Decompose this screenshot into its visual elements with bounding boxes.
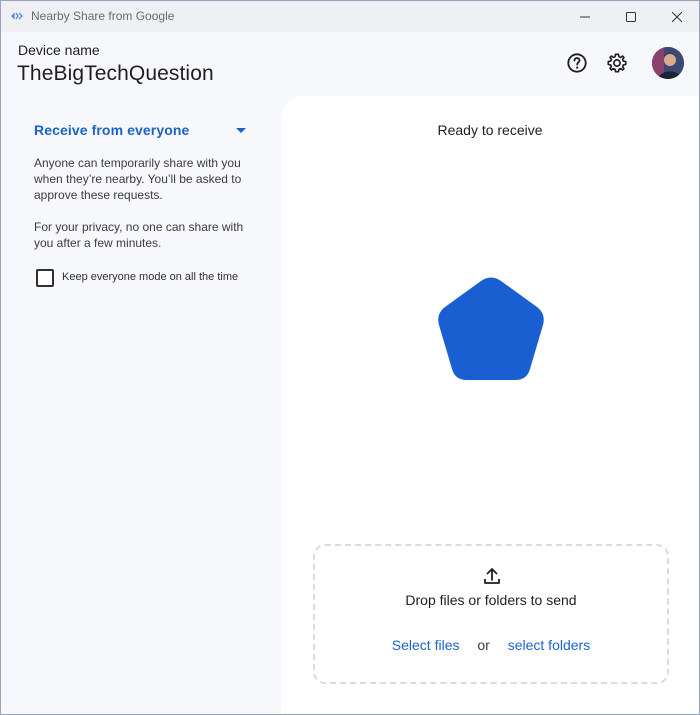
drop-instructions: Drop files or folders to send (405, 592, 577, 608)
title-bar: Nearby Share from Google (1, 1, 699, 32)
avatar[interactable] (652, 47, 684, 79)
receive-description: Anyone can temporarily share with you wh… (34, 156, 242, 202)
window-title: Nearby Share from Google (31, 9, 175, 23)
or-separator: or (477, 637, 490, 653)
select-folders-link[interactable]: select folders (508, 637, 590, 653)
maximize-button[interactable] (608, 1, 654, 32)
file-drop-zone[interactable]: Drop files or folders to send Select fil… (313, 544, 669, 684)
everyone-mode-checkbox[interactable] (36, 269, 54, 287)
nearby-share-icon (11, 12, 23, 20)
receive-status: Ready to receive (437, 122, 543, 138)
receive-mode-dropdown[interactable]: Receive from everyone (34, 122, 189, 138)
device-name[interactable]: TheBigTechQuestion (17, 62, 214, 86)
chevron-down-icon[interactable] (236, 128, 246, 133)
select-links: Select files or select folders (315, 637, 667, 653)
close-button[interactable] (654, 1, 699, 32)
device-pentagon-icon (438, 277, 544, 380)
select-files-link[interactable]: Select files (392, 637, 460, 653)
close-icon (672, 11, 682, 22)
maximize-icon (626, 11, 636, 22)
receive-panel: Ready to receive Drop files or folders t… (281, 96, 699, 714)
avatar-image (652, 47, 684, 79)
minimize-icon (580, 16, 590, 17)
everyone-mode-label[interactable]: Keep everyone mode on all the time (62, 271, 238, 283)
privacy-description: For your privacy, no one can share with … (34, 220, 244, 250)
upload-icon (484, 568, 500, 584)
help-icon (567, 53, 587, 73)
app-window: Nearby Share from Google Device name The… (0, 0, 700, 715)
settings-button[interactable] (605, 51, 629, 75)
help-button[interactable] (565, 51, 589, 75)
gear-icon (607, 53, 627, 73)
device-name-label: Device name (18, 42, 100, 58)
minimize-button[interactable] (562, 1, 608, 32)
